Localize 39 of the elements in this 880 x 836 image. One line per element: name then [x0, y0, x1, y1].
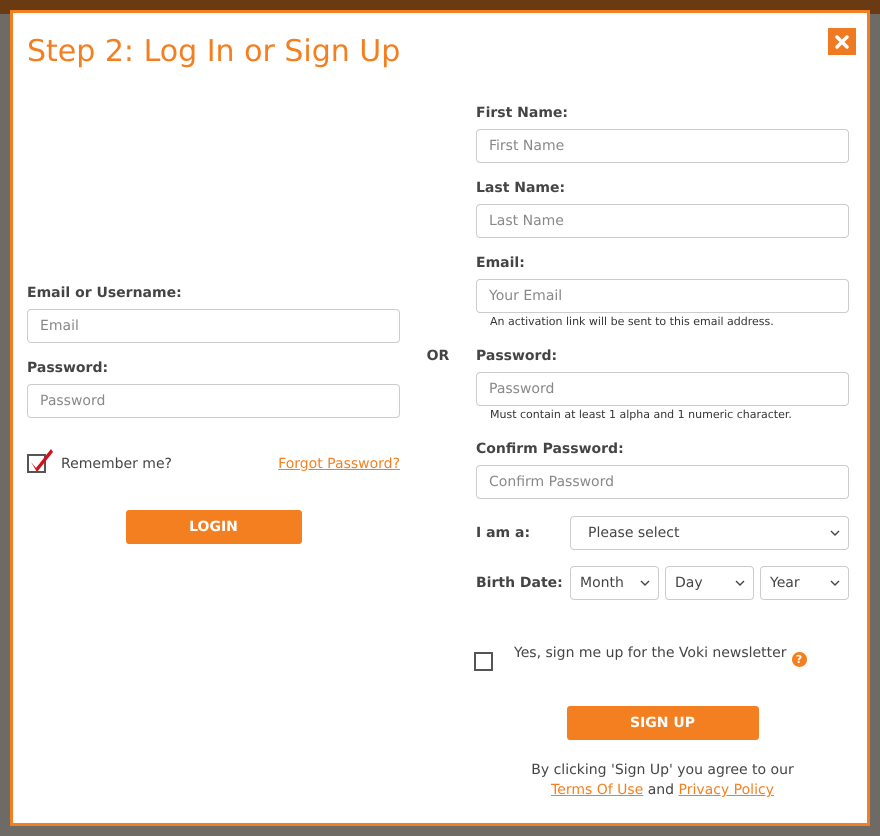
field-hint: Must contain at least 1 alpha and 1 numeric character.	[490, 408, 793, 422]
select-field[interactable]: Day	[665, 566, 754, 600]
sign-up-button[interactable]: SIGN UP	[566, 706, 758, 740]
separator-text: OR	[426, 347, 450, 365]
checkbox-label: Remember me?	[61, 456, 172, 472]
field-hint: An activation link will be sent to this email address.	[490, 315, 775, 329]
field-label: Confirm Password:	[476, 440, 625, 458]
chevron-down-icon	[640, 580, 650, 586]
input-field[interactable]: Your Email	[476, 279, 849, 313]
select-field[interactable]: Please select	[570, 516, 849, 550]
input-field[interactable]: Confirm Password	[476, 465, 849, 499]
terms-link[interactable]: Terms Of Use	[551, 782, 644, 798]
close-button[interactable]	[828, 28, 856, 55]
input-field[interactable]: Email	[27, 309, 400, 343]
help-icon[interactable]: ?	[792, 652, 807, 666]
login-button[interactable]: LOGIN	[126, 510, 302, 544]
field-label: Password:	[27, 359, 110, 377]
checkbox-label: Yes, sign me up for the Voki newsletter	[514, 645, 787, 661]
chevron-down-icon	[830, 530, 840, 536]
close-icon	[835, 34, 849, 48]
input-field[interactable]: Password	[27, 384, 400, 418]
select-field[interactable]: Month	[570, 566, 659, 600]
field-label: Email or Username:	[27, 284, 183, 302]
input-field[interactable]: First Name	[476, 129, 849, 163]
dialog-title: Step 2: Log In or Sign Up	[27, 33, 400, 71]
field-label: First Name:	[476, 104, 570, 122]
field-label: Last Name:	[476, 179, 566, 197]
field-label: I am a:	[476, 524, 532, 542]
privacy-policy-link[interactable]: Privacy Policy	[678, 782, 774, 798]
input-field[interactable]: Password	[476, 372, 849, 406]
chevron-down-icon	[830, 580, 840, 586]
forgot-password-link[interactable]: Forgot Password?	[278, 456, 400, 472]
input-field[interactable]: Last Name	[476, 204, 849, 238]
field-label: Birth Date:	[476, 574, 564, 592]
agreement-text: By clicking 'Sign Up' you agree to our Terms Of Use and Privacy Policy	[530, 761, 795, 800]
select-field[interactable]: Year	[760, 566, 849, 600]
field-label: Email:	[476, 254, 526, 272]
chevron-down-icon	[735, 580, 745, 586]
field-label: Password:	[476, 347, 558, 365]
